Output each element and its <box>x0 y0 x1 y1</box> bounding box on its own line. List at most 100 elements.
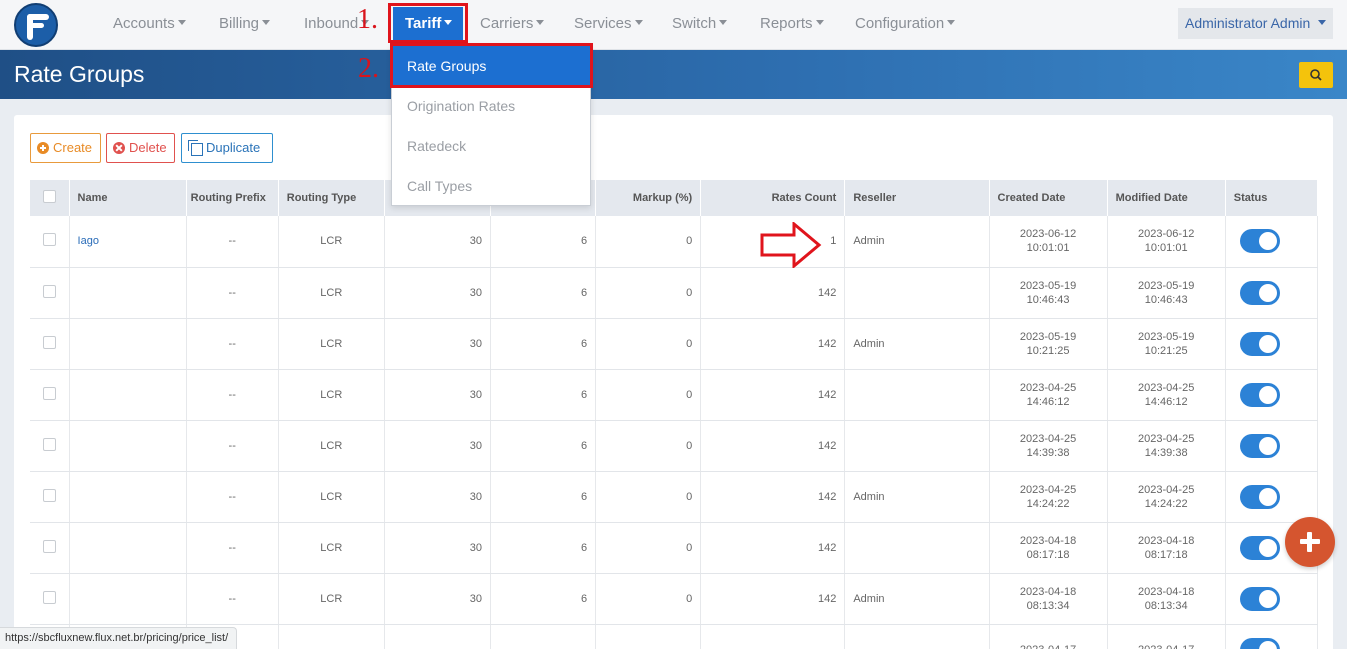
row-checkbox[interactable] <box>42 539 56 553</box>
cell-status <box>1225 318 1319 370</box>
cell-modified-date: 2023-05-19 10:46:43 <box>1107 267 1226 319</box>
modified-date: 2023-04-18 <box>1138 534 1195 547</box>
nav-configuration[interactable]: Configuration <box>855 15 956 32</box>
modified-time: 08:17:18 <box>1144 548 1188 561</box>
status-toggle[interactable] <box>1239 433 1280 458</box>
table-row[interactable]: -- LCR 30 6 0 142 2023-05-19 10:46:43 2023-05-19… <box>30 267 1319 319</box>
cell-routing-type <box>278 624 385 649</box>
chevron-down-icon <box>719 20 728 25</box>
status-toggle[interactable] <box>1239 331 1280 356</box>
row-checkbox-cell[interactable] <box>30 318 70 370</box>
cell-value-1: 30 <box>384 369 491 421</box>
cell-name[interactable] <box>69 369 187 421</box>
cell-created-date: 2023-05-19 10:46:43 <box>989 267 1108 319</box>
row-checkbox-cell[interactable] <box>30 369 70 421</box>
cell-routing-prefix: -- <box>186 216 279 268</box>
row-checkbox[interactable] <box>42 335 56 349</box>
row-checkbox[interactable] <box>42 488 56 502</box>
col-routing-type[interactable]: Routing Type <box>278 180 385 216</box>
cell-name[interactable] <box>69 522 187 574</box>
cell-rates-count: 142 <box>700 471 846 523</box>
row-checkbox-cell[interactable] <box>30 573 70 625</box>
row-checkbox[interactable] <box>42 437 56 451</box>
duplicate-button[interactable]: Duplicate <box>181 133 273 163</box>
select-all-checkbox[interactable] <box>42 190 56 203</box>
create-button[interactable]: Create <box>30 133 101 163</box>
col-created-date[interactable]: Created Date <box>989 180 1108 216</box>
copy-icon <box>188 140 203 156</box>
col-markup[interactable]: Markup (%) <box>595 180 702 216</box>
col-name[interactable]: Name <box>69 180 187 216</box>
col-routing-prefix[interactable]: Routing Prefix <box>186 180 279 216</box>
cell-created-date: 2023-04-25 14:39:38 <box>989 420 1108 472</box>
modified-time: 08:13:34 <box>1144 599 1188 612</box>
status-toggle[interactable] <box>1239 229 1280 254</box>
cell-value-2 <box>490 624 597 649</box>
cell-value-1 <box>384 624 491 649</box>
delete-button[interactable]: Delete <box>106 133 175 163</box>
table-row[interactable]: -- LCR 30 6 0 142 2023-04-25 14:39:38 2023-04-25… <box>30 420 1319 472</box>
add-fab-button[interactable] <box>1285 517 1335 567</box>
rate-groups-table: Name Routing Prefix Routing Type Markup … <box>30 180 1319 649</box>
status-toggle[interactable] <box>1239 280 1280 305</box>
page-header: Rate Groups <box>0 50 1347 99</box>
row-checkbox[interactable] <box>42 284 56 298</box>
nav-reports[interactable]: Reports <box>760 15 824 32</box>
table-row[interactable]: -- LCR 30 6 0 142 Admin 2023-04-18 08:13:34 2023-… <box>30 573 1319 625</box>
nav-billing[interactable]: Billing <box>219 15 271 32</box>
cell-value-1: 30 <box>384 216 491 268</box>
cell-name[interactable] <box>69 471 187 523</box>
row-checkbox-cell[interactable] <box>30 471 70 523</box>
user-menu-button[interactable]: Administrator Admin <box>1178 8 1333 39</box>
search-icon <box>1310 69 1322 81</box>
status-toggle[interactable] <box>1239 637 1280 649</box>
menu-item-call-types[interactable]: Call Types <box>392 166 590 206</box>
row-checkbox[interactable] <box>42 233 56 247</box>
nav-switch[interactable]: Switch <box>672 15 728 32</box>
cell-name[interactable] <box>69 318 187 370</box>
nav-carriers[interactable]: Carriers <box>480 15 545 32</box>
col-rates-count[interactable]: Rates Count <box>700 180 846 216</box>
created-date: 2023-06-12 <box>1019 228 1077 241</box>
col-status[interactable]: Status <box>1225 180 1319 216</box>
col-reseller[interactable]: Reseller <box>844 180 990 216</box>
cell-rates-count: 142 <box>700 573 846 625</box>
row-checkbox[interactable] <box>42 590 56 604</box>
menu-item-origination-rates[interactable]: Origination Rates <box>392 86 590 126</box>
modified-date: 2023-05-19 <box>1138 279 1195 292</box>
row-checkbox-cell[interactable] <box>30 267 70 319</box>
cell-name[interactable]: Iago <box>69 216 187 268</box>
cell-reseller <box>844 420 990 472</box>
row-checkbox-cell[interactable] <box>30 216 70 268</box>
cell-name[interactable] <box>69 267 187 319</box>
created-time: 08:13:34 <box>1026 599 1070 612</box>
cell-name[interactable] <box>69 420 187 472</box>
cell-reseller: Admin <box>844 573 990 625</box>
nav-accounts[interactable]: Accounts <box>113 15 186 32</box>
table-row[interactable]: Iago -- LCR 30 6 0 1 Admin 2023-06-12 10:01:01 202… <box>30 216 1319 268</box>
select-all-checkbox-cell[interactable] <box>30 180 70 216</box>
rate-group-name-link[interactable]: Iago <box>78 235 99 247</box>
table-row[interactable]: -- LCR 30 6 0 142 2023-04-18 08:17:18 2023-04-18… <box>30 522 1319 574</box>
nav-services[interactable]: Services <box>574 15 643 32</box>
status-toggle[interactable] <box>1239 382 1280 407</box>
row-checkbox-cell[interactable] <box>30 420 70 472</box>
table-row[interactable]: -- LCR 30 6 0 142 Admin 2023-05-19 10:21:25 2023-… <box>30 318 1319 370</box>
table-row[interactable]: -- LCR 30 6 0 142 Admin 2023-04-25 14:24:22 2023-… <box>30 471 1319 523</box>
search-button[interactable] <box>1299 62 1333 88</box>
cell-value-1: 30 <box>384 420 491 472</box>
status-toggle[interactable] <box>1239 535 1280 560</box>
cell-markup: 0 <box>595 522 702 574</box>
app-logo[interactable] <box>14 3 58 47</box>
status-toggle[interactable] <box>1239 484 1280 509</box>
cell-created-date: 2023-04-17 <box>989 624 1108 649</box>
cell-markup: 0 <box>595 471 702 523</box>
row-checkbox-cell[interactable] <box>30 522 70 574</box>
col-modified-date[interactable]: Modified Date <box>1107 180 1226 216</box>
status-toggle[interactable] <box>1239 586 1280 611</box>
modified-time: 10:46:43 <box>1144 293 1188 306</box>
cell-name[interactable] <box>69 573 187 625</box>
row-checkbox[interactable] <box>42 386 56 400</box>
menu-item-ratedeck[interactable]: Ratedeck <box>392 126 590 166</box>
table-row[interactable]: -- LCR 30 6 0 142 2023-04-25 14:46:12 2023-04-25… <box>30 369 1319 421</box>
